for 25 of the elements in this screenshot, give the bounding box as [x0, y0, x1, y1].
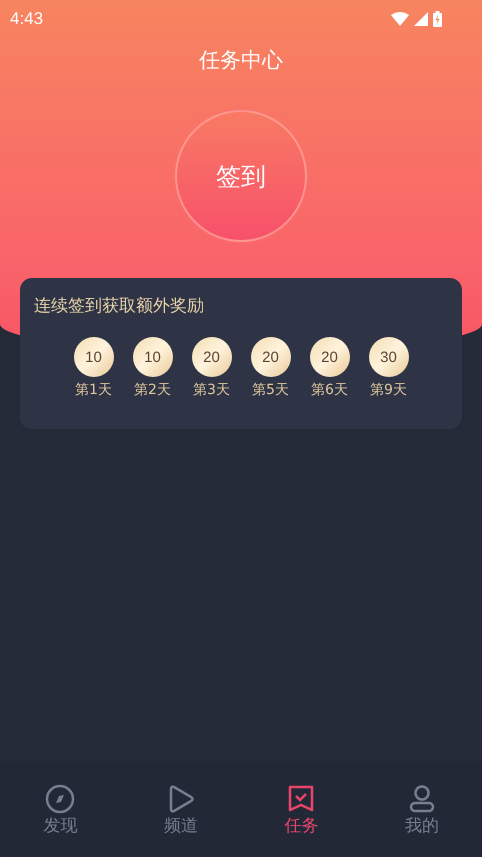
task-icon — [286, 784, 316, 814]
status-time: 4:43 — [10, 9, 44, 29]
battery-icon — [433, 11, 442, 27]
tab[interactable]: 频道 — [150, 784, 211, 837]
day-label: 第1天 — [75, 381, 112, 399]
reward-coin: 10 — [132, 337, 172, 377]
reward-coin: 20 — [250, 337, 290, 377]
day-label: 第2天 — [134, 381, 171, 399]
day-label: 第6天 — [311, 381, 348, 399]
wifi-icon — [391, 12, 409, 26]
reward-coin: 30 — [368, 337, 408, 377]
card-title: 连续签到获取额外奖励 — [34, 295, 205, 317]
day-label: 第5天 — [252, 381, 289, 399]
reward-coin: 20 — [310, 337, 350, 377]
reward-coin: 20 — [192, 337, 232, 377]
day-label: 第9天 — [370, 381, 407, 399]
tab[interactable]: 发现 — [30, 784, 90, 837]
tab[interactable]: 我的 — [392, 784, 452, 837]
day-label: 第3天 — [193, 381, 230, 399]
page-title: 任务中心 — [199, 47, 283, 74]
compass-icon — [45, 784, 76, 814]
checkin-button[interactable]: 签到 — [175, 110, 307, 242]
tab[interactable]: 任务 — [271, 784, 332, 837]
reward-coin: 10 — [74, 337, 114, 377]
signal-icon — [414, 12, 428, 26]
